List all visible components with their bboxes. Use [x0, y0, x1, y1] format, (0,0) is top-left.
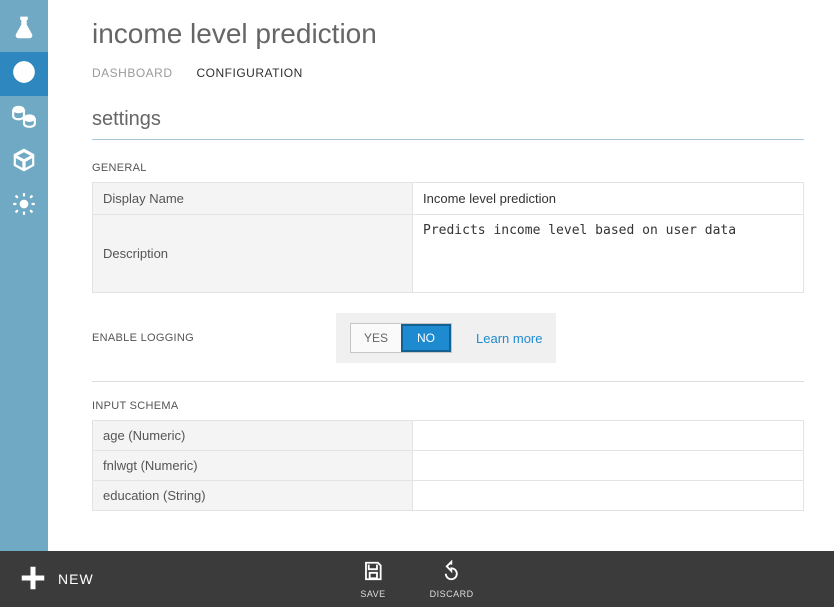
general-table: Display Name Description — [92, 182, 804, 293]
logging-label: ENABLE LOGGING — [92, 332, 336, 344]
cube-icon — [11, 147, 37, 178]
logging-yes-button[interactable]: YES — [351, 324, 401, 352]
schema-field-input[interactable] — [413, 421, 803, 450]
save-icon — [362, 560, 384, 587]
new-button-label: NEW — [58, 571, 94, 587]
discard-button-label: DISCARD — [430, 589, 474, 599]
globe-icon — [11, 59, 37, 90]
divider — [92, 381, 804, 382]
schema-row: fnlwgt (Numeric) — [93, 451, 804, 481]
flask-icon — [11, 15, 37, 46]
logging-toggle: YES NO — [350, 323, 452, 353]
description-label: Description — [93, 215, 413, 293]
display-name-label: Display Name — [93, 183, 413, 215]
sidebar-item-web-services[interactable] — [0, 52, 48, 96]
tab-dashboard[interactable]: DASHBOARD — [92, 66, 173, 80]
left-sidebar — [0, 0, 48, 607]
bottom-bar: NEW SAVE DISCARD — [0, 551, 834, 607]
save-button[interactable]: SAVE — [360, 560, 385, 599]
sidebar-item-modules[interactable] — [0, 140, 48, 184]
schema-row: age (Numeric) — [93, 421, 804, 451]
schema-field-label: age (Numeric) — [93, 421, 413, 451]
input-schema-label: INPUT SCHEMA — [92, 400, 804, 412]
page-title: income level prediction — [92, 18, 804, 50]
tab-configuration[interactable]: CONFIGURATION — [197, 66, 303, 80]
tabs: DASHBOARD CONFIGURATION — [92, 66, 804, 80]
discard-icon — [441, 560, 463, 587]
discard-button[interactable]: DISCARD — [430, 560, 474, 599]
gear-icon — [11, 191, 37, 222]
section-title: settings — [92, 108, 804, 131]
schema-field-label: education (String) — [93, 481, 413, 511]
sidebar-item-datasets[interactable] — [0, 96, 48, 140]
save-button-label: SAVE — [360, 589, 385, 599]
schema-field-label: fnlwgt (Numeric) — [93, 451, 413, 481]
logging-toggle-wrap: YES NO Learn more — [336, 313, 556, 363]
schema-field-input[interactable] — [413, 481, 803, 510]
description-input[interactable] — [413, 215, 803, 287]
schema-row: education (String) — [93, 481, 804, 511]
new-button[interactable]: NEW — [0, 563, 94, 596]
main-content: income level prediction DASHBOARD CONFIG… — [48, 0, 834, 607]
schema-field-input[interactable] — [413, 451, 803, 480]
display-name-input[interactable] — [413, 183, 803, 214]
logging-no-button[interactable]: NO — [401, 324, 451, 352]
plus-icon — [18, 563, 48, 596]
sidebar-item-settings[interactable] — [0, 184, 48, 228]
database-icon — [11, 103, 37, 134]
input-schema-table: age (Numeric) fnlwgt (Numeric) education… — [92, 420, 804, 511]
sidebar-item-experiments[interactable] — [0, 8, 48, 52]
section-divider — [92, 139, 804, 140]
logging-row: ENABLE LOGGING YES NO Learn more — [92, 313, 804, 363]
general-group-label: GENERAL — [92, 162, 804, 174]
learn-more-link[interactable]: Learn more — [476, 331, 542, 346]
